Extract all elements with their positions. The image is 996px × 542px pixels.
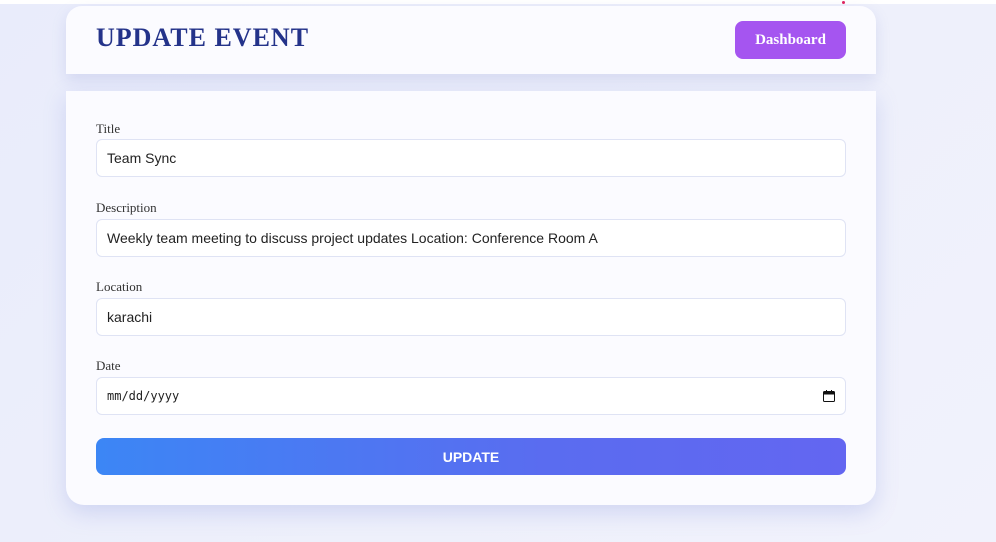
date-label: Date <box>96 358 121 373</box>
description-input[interactable]: Weekly team meeting to discuss project u… <box>96 219 846 257</box>
indicator-dot <box>842 1 845 4</box>
description-label: Description <box>96 200 157 215</box>
header-card: UPDATE EVENT Dashboard <box>66 6 876 74</box>
date-input[interactable]: mm/dd/yyyy <box>96 377 846 415</box>
location-input[interactable]: karachi <box>96 298 846 336</box>
title-input-value: Team Sync <box>107 150 177 166</box>
calendar-icon[interactable] <box>823 390 835 402</box>
title-label: Title <box>96 121 121 136</box>
location-input-value: karachi <box>107 309 153 325</box>
location-label: Location <box>96 279 143 294</box>
date-placeholder: mm/dd/yyyy <box>107 389 180 403</box>
update-button[interactable]: UPDATE <box>96 438 846 475</box>
description-input-value: Weekly team meeting to discuss project u… <box>107 230 598 246</box>
dashboard-button[interactable]: Dashboard <box>735 21 846 59</box>
title-input[interactable]: Team Sync <box>96 139 846 177</box>
event-form: Title Team Sync Description Weekly team … <box>66 91 876 505</box>
page-title: UPDATE EVENT <box>96 23 310 52</box>
top-border <box>0 0 996 4</box>
